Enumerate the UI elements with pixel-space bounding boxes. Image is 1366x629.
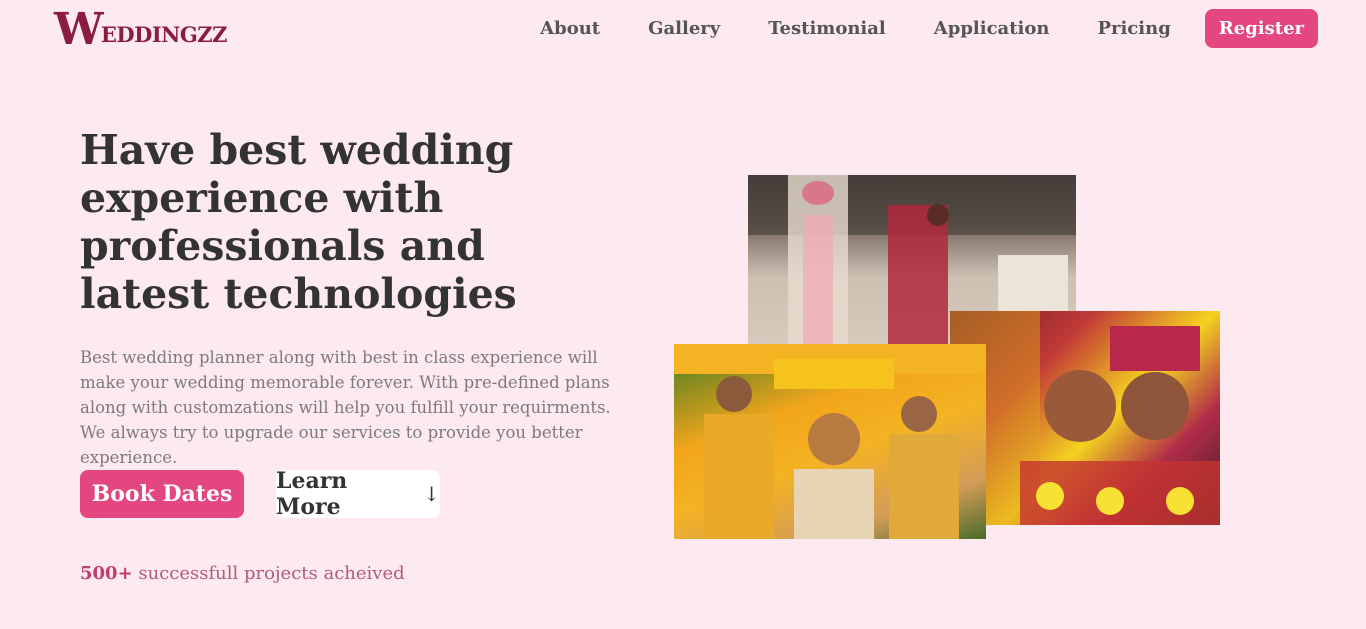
couple-portrait-photo: [950, 311, 1220, 525]
register-button[interactable]: Register: [1204, 9, 1318, 48]
main-nav: About Gallery Testimonial Application Pr…: [540, 9, 1318, 48]
nav-about[interactable]: About: [540, 18, 600, 39]
logo-text: EDDINGZZ: [100, 21, 228, 47]
hero-headline: Have best wedding experience with profes…: [80, 126, 517, 318]
book-dates-button[interactable]: Book Dates: [80, 470, 244, 518]
brand-logo[interactable]: W EDDINGZZ: [54, 4, 228, 55]
haldi-ceremony-photo: [674, 344, 986, 539]
projects-label: successfull projects acheived: [138, 563, 405, 584]
logo-initial: W: [54, 4, 103, 55]
nav-testimonial[interactable]: Testimonial: [768, 18, 886, 39]
arrow-down-icon: ↓: [423, 482, 440, 506]
projects-count: 500+: [80, 563, 133, 584]
learn-more-label: Learn More: [276, 468, 348, 520]
projects-stat: 500+ successfull projects acheived: [80, 563, 405, 584]
hero-description: Best wedding planner along with best in …: [80, 348, 611, 467]
nav-pricing[interactable]: Pricing: [1097, 18, 1170, 39]
learn-more-button[interactable]: Learn More ↓: [276, 468, 440, 520]
nav-gallery[interactable]: Gallery: [648, 18, 720, 39]
nav-application[interactable]: Application: [934, 18, 1050, 39]
book-dates-label: Book Dates: [91, 481, 233, 507]
